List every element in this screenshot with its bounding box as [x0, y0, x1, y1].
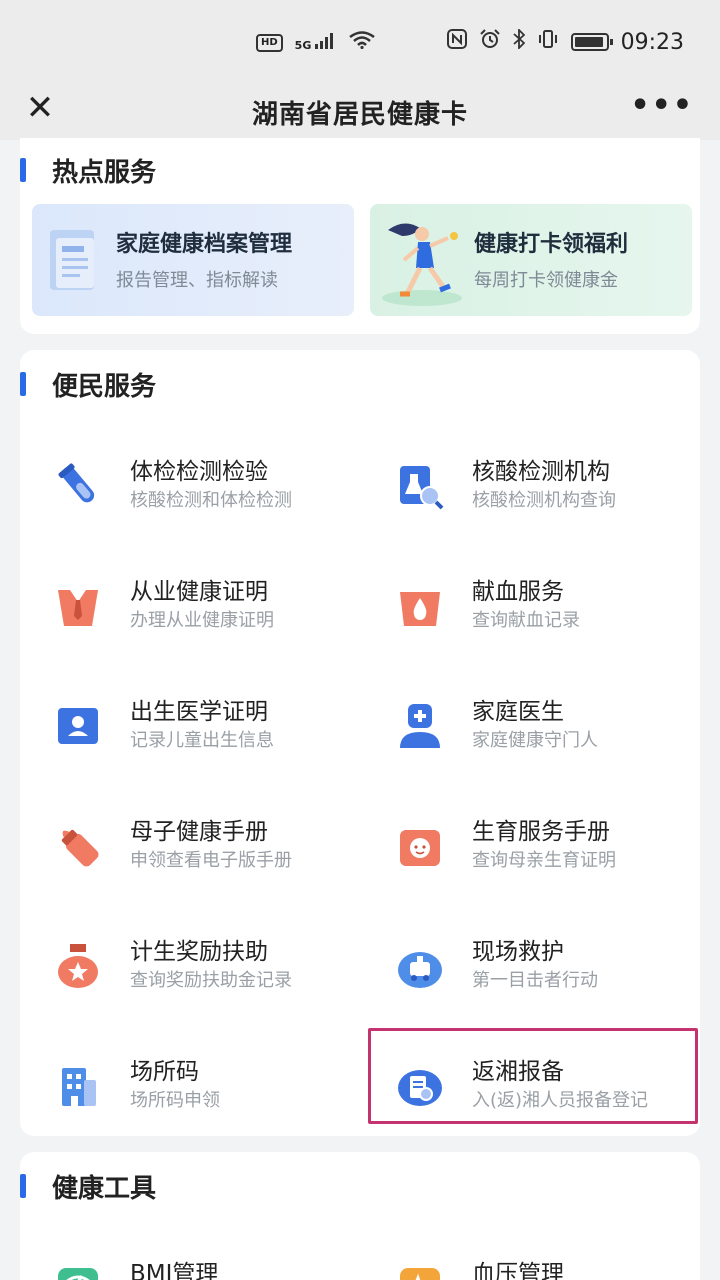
service-subtitle: 第一目击者行动 — [472, 970, 598, 991]
hot-tile-checkin-rewards[interactable]: 健康打卡领福利 每周打卡领健康金 — [370, 204, 692, 316]
convenience-services-title: 便民服务 — [52, 371, 157, 402]
test-tube-icon — [54, 462, 102, 510]
health-tools-heading: 健康工具 — [20, 1168, 156, 1204]
service-title: 现场救护 — [472, 939, 564, 965]
service-subtitle: 记录儿童出生信息 — [130, 730, 274, 751]
service-subtitle: 核酸检测机构查询 — [472, 490, 616, 511]
tool-bmi[interactable]: BMI管理 — [30, 1248, 360, 1280]
service-title: 从业健康证明 — [130, 579, 268, 605]
wifi-icon — [349, 30, 375, 55]
hot-tile-text: 健康打卡领福利 每周打卡领健康金 — [474, 226, 628, 292]
service-subtitle: 查询献血记录 — [472, 610, 580, 631]
service-title: 母子健康手册 — [130, 819, 268, 845]
bmi-scale-icon — [54, 1264, 102, 1280]
service-maternal-child-handbook[interactable]: 母子健康手册 申领查看电子版手册 — [30, 806, 360, 886]
blood-drop-icon — [396, 582, 444, 630]
health-tools-title: 健康工具 — [52, 1173, 157, 1204]
more-options-icon[interactable]: ••• — [630, 88, 694, 124]
medal-icon — [54, 942, 102, 990]
service-venue-code[interactable]: 场所码 场所码申领 — [30, 1046, 360, 1126]
nfc-icon — [446, 29, 467, 55]
status-indicators: 09:23 — [446, 27, 684, 55]
service-on-site-first-aid[interactable]: 现场救护 第一目击者行动 — [372, 926, 702, 1006]
service-title: 献血服务 — [472, 579, 564, 605]
section-accent-bar — [20, 1174, 26, 1198]
hot-tile-text: 家庭健康档案管理 报告管理、指标解读 — [116, 226, 292, 292]
section-accent-bar — [20, 372, 26, 396]
service-title: 体检检测检验 — [130, 459, 268, 485]
service-employment-health-cert[interactable]: 从业健康证明 办理从业健康证明 — [30, 566, 360, 646]
convenience-services-card: 便民服务 体检检测检验 核酸检测和体检检测 核酸检测机构 核酸检测机构查询 从业… — [20, 350, 700, 1136]
service-title: 出生医学证明 — [130, 699, 268, 725]
service-subtitle: 查询奖励扶助金记录 — [130, 970, 292, 991]
section-accent-bar — [20, 158, 26, 182]
service-title: 核酸检测机构 — [472, 459, 610, 485]
service-subtitle: 家庭健康守门人 — [472, 730, 598, 751]
lab-search-icon — [396, 462, 444, 510]
hot-services-heading: 热点服务 — [20, 152, 156, 188]
building-icon — [54, 1062, 102, 1110]
status-network: HD 5G — [256, 30, 375, 55]
service-subtitle: 申领查看电子版手册 — [130, 850, 292, 871]
bluetooth-icon — [512, 27, 525, 55]
service-family-doctor[interactable]: 家庭医生 家庭健康守门人 — [372, 686, 702, 766]
signal-icon: 5G — [295, 33, 338, 52]
doctor-icon — [396, 702, 444, 750]
service-physical-exam[interactable]: 体检检测检验 核酸检测和体检检测 — [30, 446, 360, 526]
hot-services-title: 热点服务 — [52, 157, 157, 188]
health-tools-card: 健康工具 BMI管理 血压管理 — [20, 1152, 700, 1280]
health-record-icon — [44, 228, 102, 298]
hot-tile-subtitle: 报告管理、指标解读 — [116, 270, 278, 291]
worker-certificate-icon — [54, 582, 102, 630]
service-birth-certificate[interactable]: 出生医学证明 记录儿童出生信息 — [30, 686, 360, 766]
battery-icon — [570, 33, 613, 51]
baby-face-icon — [396, 822, 444, 870]
vibrate-icon — [537, 29, 559, 55]
ambulance-icon — [396, 942, 444, 990]
service-family-planning-rewards[interactable]: 计生奖励扶助 查询奖励扶助金记录 — [30, 926, 360, 1006]
service-fertility-handbook[interactable]: 生育服务手册 查询母亲生育证明 — [372, 806, 702, 886]
runner-illustration-icon — [378, 214, 474, 314]
network-type-label: 5G — [294, 39, 312, 52]
convenience-services-heading: 便民服务 — [20, 366, 156, 402]
service-title: 场所码 — [130, 1059, 199, 1085]
service-blood-donation[interactable]: 献血服务 查询献血记录 — [372, 566, 702, 646]
service-title: 计生奖励扶助 — [130, 939, 268, 965]
hot-tile-family-records[interactable]: 家庭健康档案管理 报告管理、指标解读 — [32, 204, 354, 316]
hot-services-card: 热点服务 家庭健康档案管理 报告管理、指标解读 健康打卡领福利 每周打卡领健康金 — [20, 138, 700, 334]
blood-pressure-icon — [396, 1264, 444, 1280]
status-time: 09:23 — [620, 29, 684, 55]
status-bar: HD 5G 09:23 — [0, 0, 720, 84]
hot-tile-subtitle: 每周打卡领健康金 — [474, 270, 618, 291]
service-nucleic-acid-institutions[interactable]: 核酸检测机构 核酸检测机构查询 — [372, 446, 702, 526]
baby-bottle-icon — [54, 822, 102, 870]
service-title: 生育服务手册 — [472, 819, 610, 845]
tool-blood-pressure[interactable]: 血压管理 — [372, 1248, 702, 1280]
page-title: 湖南省居民健康卡 — [251, 99, 468, 130]
service-subtitle: 核酸检测和体检检测 — [130, 490, 292, 511]
service-subtitle: 查询母亲生育证明 — [472, 850, 616, 871]
service-title: 家庭医生 — [472, 699, 564, 725]
hot-tile-title: 健康打卡领福利 — [474, 232, 629, 257]
hot-tile-title: 家庭健康档案管理 — [116, 232, 293, 257]
close-icon[interactable]: ✕ — [20, 88, 60, 128]
alarm-icon — [479, 29, 501, 55]
tool-title: 血压管理 — [472, 1261, 564, 1280]
hd-icon: HD — [256, 33, 283, 52]
highlight-frame — [368, 1028, 698, 1124]
service-subtitle: 场所码申领 — [130, 1090, 220, 1111]
nav-bar: ✕ 湖南省居民健康卡 ••• — [0, 84, 720, 140]
service-subtitle: 办理从业健康证明 — [130, 610, 274, 631]
id-card-icon — [54, 702, 102, 750]
tool-title: BMI管理 — [130, 1261, 219, 1280]
